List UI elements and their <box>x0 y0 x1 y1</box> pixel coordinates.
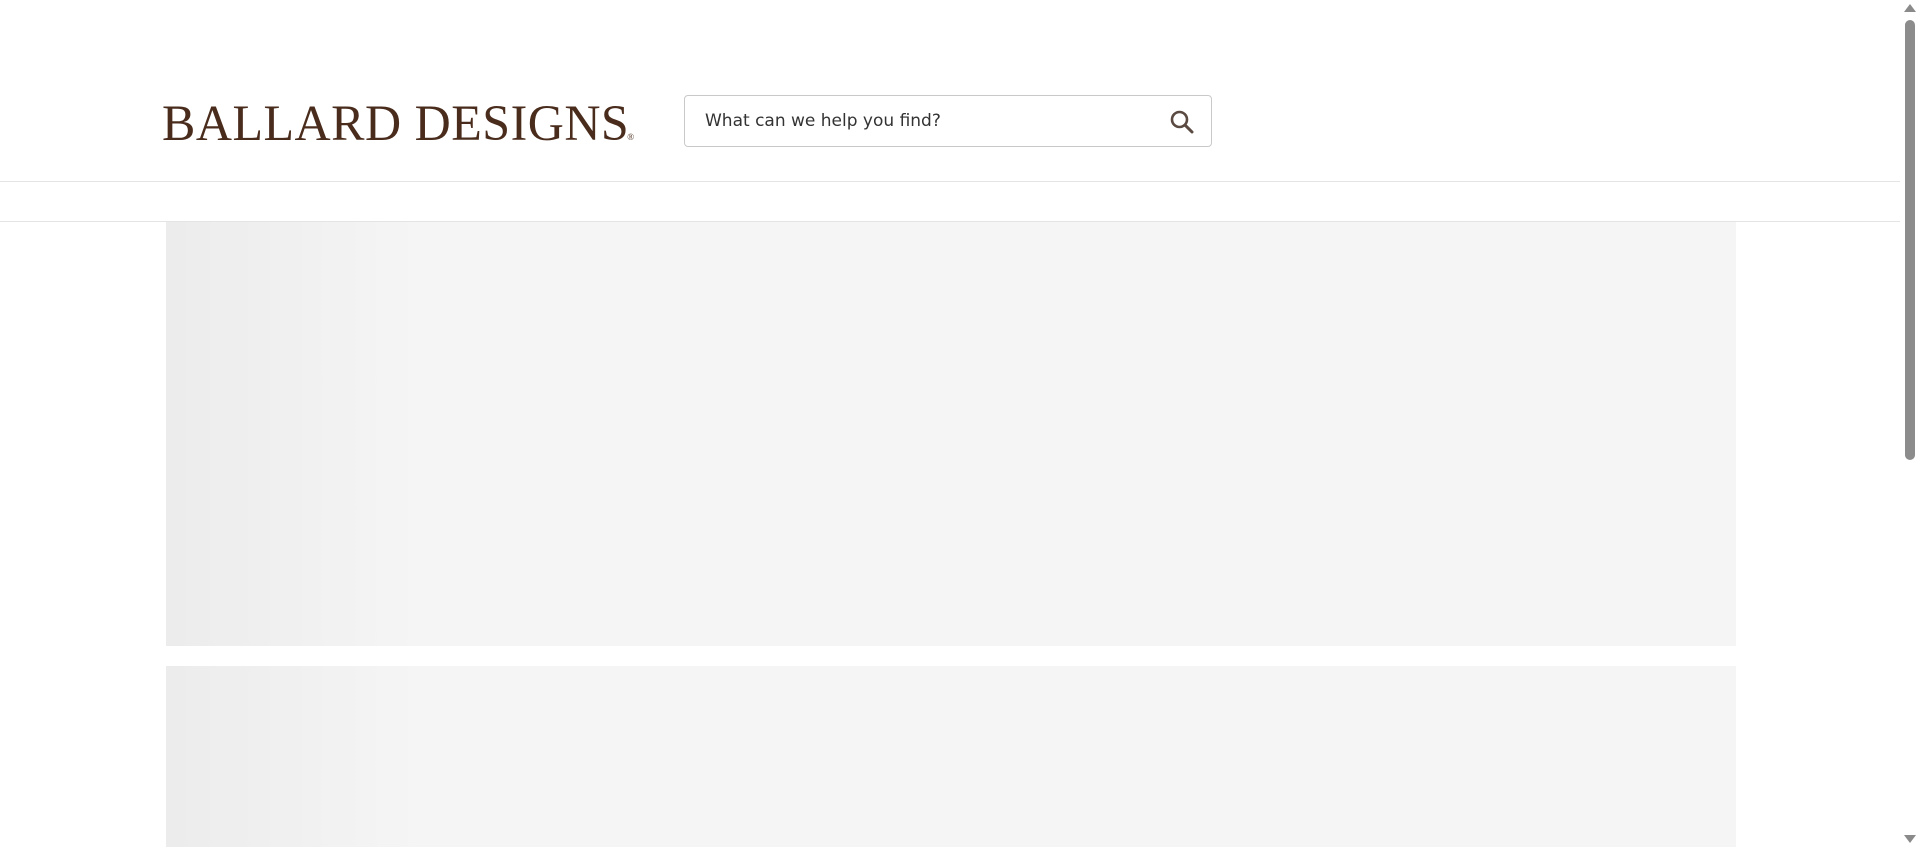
site-header: BALLARD DESIGNS® <box>0 0 1900 181</box>
scroll-down-arrow-icon[interactable] <box>1904 835 1916 843</box>
vertical-scrollbar[interactable] <box>1900 0 1920 847</box>
content-placeholder <box>166 666 1736 847</box>
registered-mark: ® <box>627 131 635 142</box>
hero-banner-placeholder <box>166 222 1736 646</box>
search-icon[interactable] <box>1169 109 1195 135</box>
main-navigation <box>0 182 1900 221</box>
search-box <box>684 95 1212 147</box>
scrollbar-thumb[interactable] <box>1905 20 1915 460</box>
brand-logo[interactable]: BALLARD DESIGNS® <box>162 96 634 149</box>
page: BALLARD DESIGNS® <box>0 0 1900 847</box>
brand-logo-text: BALLARD DESIGNS <box>162 93 630 152</box>
search-input[interactable] <box>705 96 1145 146</box>
scroll-up-arrow-icon[interactable] <box>1904 4 1916 12</box>
